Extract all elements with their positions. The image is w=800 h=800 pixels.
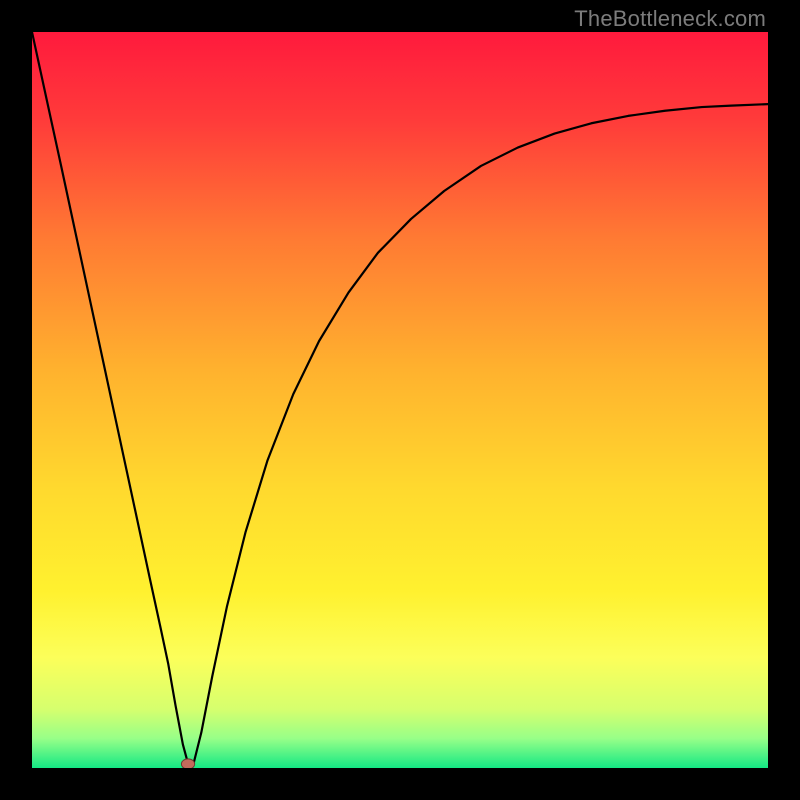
gradient-background [32, 32, 768, 768]
chart-svg [32, 32, 768, 768]
watermark-text: TheBottleneck.com [574, 6, 766, 32]
chart-frame: TheBottleneck.com [0, 0, 800, 800]
plot-area [32, 32, 768, 768]
minimum-marker [181, 759, 194, 768]
